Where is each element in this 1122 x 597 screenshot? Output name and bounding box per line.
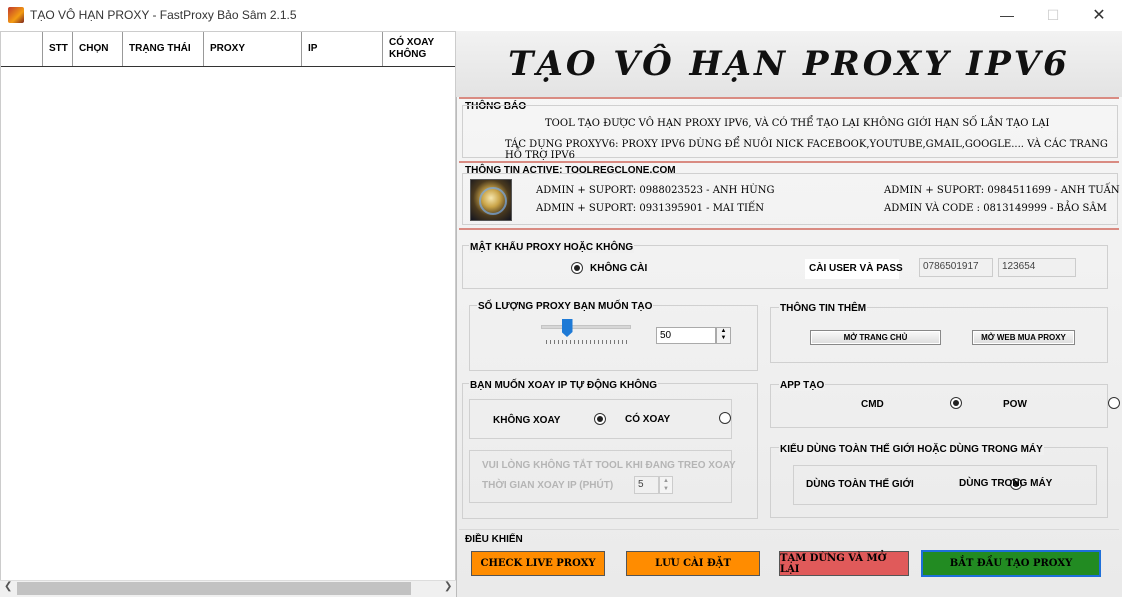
no-pass-radio[interactable]: [571, 262, 583, 274]
grid-header-ip[interactable]: IP: [302, 32, 383, 66]
grid-header-select[interactable]: [1, 32, 43, 66]
minimize-icon[interactable]: —: [984, 0, 1030, 30]
grid-header-status[interactable]: TRẠNG THÁI: [123, 32, 204, 66]
save-settings-button[interactable]: LƯU CÀI ĐẶT: [626, 551, 760, 576]
slider-ticks: [546, 340, 628, 344]
app-title: APP TẠO: [779, 380, 826, 391]
admin-3: ADMIN + SUPORT: 0984511699 - ANH TUẤN: [884, 185, 1120, 196]
app-icon: [8, 7, 24, 23]
check-live-button[interactable]: CHECK LIVE PROXY: [471, 551, 605, 576]
active-box: [462, 173, 1118, 225]
divider: [459, 529, 1119, 530]
buy-proxy-button[interactable]: MỞ WEB MUA PROXY: [972, 330, 1075, 345]
proxy-grid[interactable]: [0, 31, 456, 582]
grid-header-stt[interactable]: STT: [43, 32, 73, 66]
window-title: TẠO VÔ HẠN PROXY - FastProxy Bảo Sâm 2.1…: [30, 8, 297, 22]
admin-4: ADMIN VÀ CODE : 0813149999 - BẢO SÂM: [884, 203, 1107, 214]
close-icon[interactable]: ✕: [1076, 0, 1122, 30]
grid-header-rotate[interactable]: CÓ XOAY KHÔNG: [383, 32, 455, 66]
divider: [459, 97, 1119, 99]
local-label[interactable]: DÙNG TRONG MÁY: [959, 478, 1052, 489]
banner: TẠO VÔ HẠN PROXY IPV6: [456, 31, 1122, 97]
rotate-interval-input[interactable]: 5: [634, 476, 659, 494]
divider: [459, 228, 1119, 230]
admin-2: ADMIN + SUPORT: 0931395901 - MAI TIẾN: [536, 203, 764, 214]
quantity-stepper[interactable]: ▲ ▼: [716, 327, 731, 344]
controls-title: ĐIỀU KHIỂN: [465, 534, 523, 545]
quantity-title: SỐ LƯỢNG PROXY BẠN MUỐN TẠO: [477, 301, 654, 312]
no-rotate-label[interactable]: KHÔNG XOAY: [493, 415, 560, 426]
rotate-interval-stepper[interactable]: ▲ ▼: [659, 476, 673, 494]
password-title: MẬT KHẨU PROXY HOẶC KHÔNG: [469, 242, 635, 253]
global-label[interactable]: DÙNG TOÀN THẾ GIỚI: [806, 479, 914, 490]
rotate-label[interactable]: CÓ XOAY: [625, 414, 670, 425]
rotate-interval-label: THỜI GIAN XOAY IP (PHÚT): [482, 480, 614, 491]
pow-label[interactable]: POW: [1003, 399, 1027, 410]
maximize-icon: ☐: [1046, 6, 1060, 23]
grid-header-proxy[interactable]: PROXY: [204, 32, 302, 66]
user-field[interactable]: 0786501917: [919, 258, 993, 277]
scrollbar-thumb[interactable]: [17, 582, 411, 595]
scroll-right-icon[interactable]: ❯: [444, 581, 452, 592]
cmd-label[interactable]: CMD: [861, 399, 884, 410]
more-info-title: THÔNG TIN THÊM: [779, 303, 868, 314]
notice-line-2: TÁC DỤNG PROXYV6: PROXY IPV6 DÙNG ĐỂ NUÔ…: [505, 139, 1108, 161]
rotate-settings-box: [469, 450, 732, 503]
scroll-left-icon[interactable]: ❮: [4, 581, 12, 592]
pass-field[interactable]: 123654: [998, 258, 1076, 277]
rotate-warning: VUI LÒNG KHÔNG TẮT TOOL KHI ĐANG TREO XO…: [482, 460, 736, 471]
scope-title: KIỂU DÙNG TOÀN THẾ GIỚI HOẶC DÙNG TRONG …: [779, 444, 1044, 455]
start-button[interactable]: BẮT ĐẦU TẠO PROXY: [921, 550, 1101, 577]
user-pass-label[interactable]: CÀI USER VÀ PASS: [809, 263, 903, 274]
banner-title: TẠO VÔ HẠN PROXY IPV6: [508, 44, 1070, 84]
avatar: [470, 179, 512, 221]
divider: [459, 161, 1119, 163]
rotate-title: BẠN MUỐN XOAY IP TỰ ĐỘNG KHÔNG: [469, 380, 659, 391]
notice-line-1: TOOL TẠO ĐƯỢC VÔ HẠN PROXY IPV6, VÀ CÓ T…: [545, 118, 1050, 129]
admin-1: ADMIN + SUPORT: 0988023523 - ANH HÙNG: [536, 185, 775, 196]
pause-button[interactable]: TẠM DỪNG VÀ MỞ LẠI: [779, 551, 909, 576]
quantity-slider-track[interactable]: [541, 325, 631, 329]
no-pass-label[interactable]: KHÔNG CÀI: [590, 263, 647, 274]
grid-header-chon[interactable]: CHỌN: [73, 32, 123, 66]
home-button[interactable]: MỞ TRANG CHỦ: [810, 330, 941, 345]
quantity-input[interactable]: 50: [656, 327, 716, 344]
grid-header: STT CHỌN TRẠNG THÁI PROXY IP CÓ XOAY KHÔ…: [1, 32, 455, 67]
